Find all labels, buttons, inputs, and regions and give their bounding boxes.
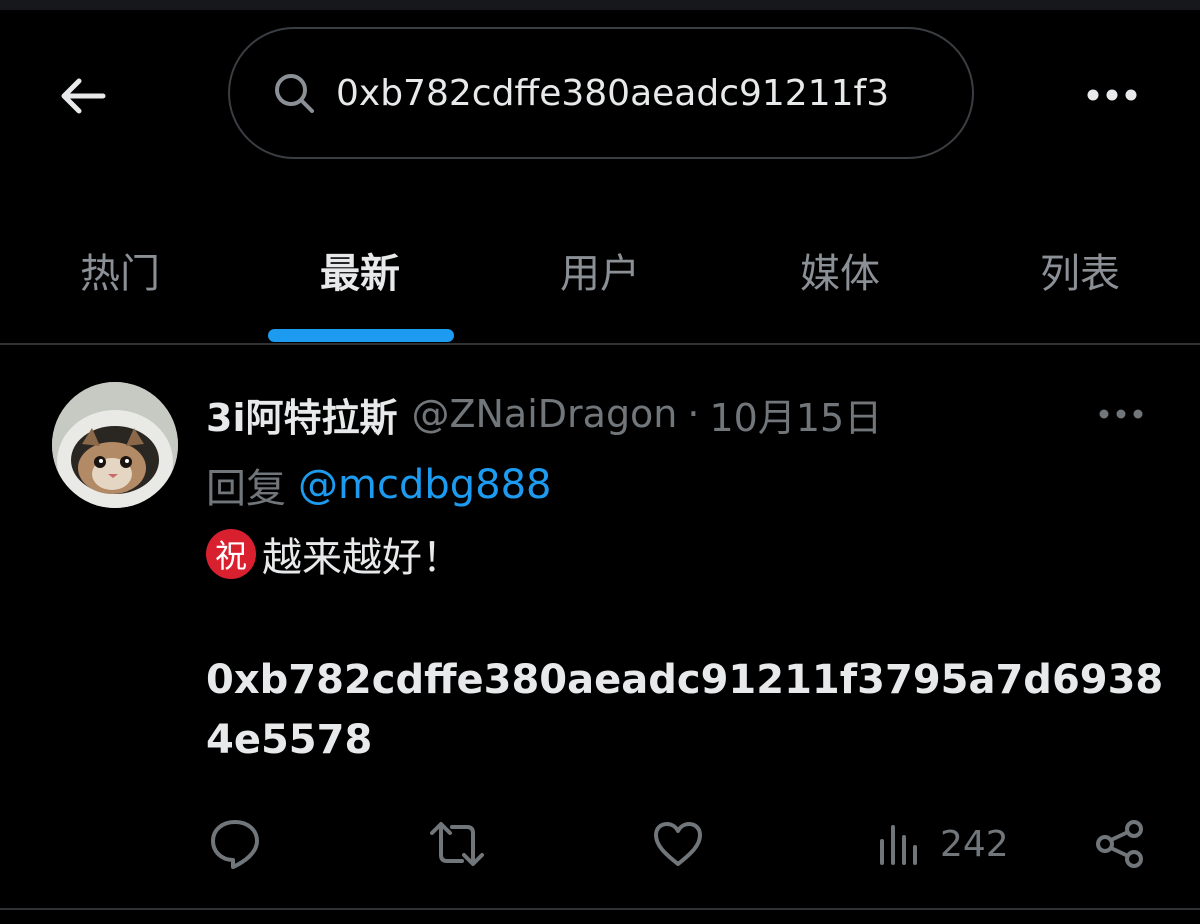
top-status-strip bbox=[0, 0, 1200, 10]
tab-users[interactable]: 用户 bbox=[480, 196, 720, 344]
more-horizontal-icon bbox=[1087, 89, 1137, 101]
post-hash-text: 0xb782cdffe380aeadc91211f3795a7d69384e55… bbox=[206, 657, 1164, 763]
like-button[interactable] bbox=[652, 812, 704, 876]
reply-button[interactable] bbox=[208, 812, 262, 876]
display-name[interactable]: 3i阿特拉斯 bbox=[206, 387, 397, 442]
reply-label: 回复 bbox=[206, 466, 286, 512]
congratulate-emoji-icon: 祝 bbox=[206, 529, 256, 579]
retweet-button[interactable] bbox=[428, 812, 486, 876]
post-date[interactable]: 10月15日 bbox=[710, 387, 883, 442]
tabs-divider bbox=[0, 343, 1200, 345]
search-icon bbox=[270, 69, 318, 117]
share-button[interactable] bbox=[1094, 812, 1146, 876]
comment-icon bbox=[211, 820, 259, 869]
heart-icon bbox=[654, 822, 702, 866]
more-options-button[interactable] bbox=[1080, 70, 1144, 120]
tab-latest[interactable]: 最新 bbox=[240, 196, 480, 344]
user-handle[interactable]: @ZNaiDragon bbox=[411, 392, 677, 436]
views-count: 242 bbox=[940, 823, 1009, 865]
tab-trending[interactable]: 热门 bbox=[0, 196, 240, 344]
tab-media[interactable]: 媒体 bbox=[720, 196, 960, 344]
post-bottom-divider bbox=[0, 908, 1200, 910]
views-button[interactable]: 242 bbox=[876, 812, 1009, 876]
post-text-line: 祝 越来越好！ bbox=[206, 524, 462, 584]
post-text: 越来越好！ bbox=[262, 535, 462, 581]
search-input[interactable] bbox=[334, 71, 928, 115]
reply-context: 回复 @mcdbg888 bbox=[206, 456, 551, 514]
active-tab-indicator bbox=[268, 329, 454, 342]
back-button[interactable] bbox=[52, 66, 112, 126]
search-box[interactable] bbox=[228, 27, 974, 159]
reply-mention-link[interactable]: @mcdbg888 bbox=[298, 462, 551, 508]
analytics-icon bbox=[880, 825, 917, 865]
retweet-icon bbox=[430, 822, 484, 866]
search-tabs: 热门 最新 用户 媒体 列表 bbox=[0, 196, 1200, 344]
tab-lists[interactable]: 列表 bbox=[960, 196, 1200, 344]
post-header: 3i阿特拉斯 @ZNaiDragon · 10月15日 bbox=[206, 384, 882, 444]
share-icon bbox=[1096, 820, 1143, 868]
post-more-button[interactable] bbox=[1092, 396, 1150, 432]
back-arrow-icon bbox=[61, 78, 106, 114]
more-horizontal-icon bbox=[1099, 409, 1143, 419]
separator-dot: · bbox=[687, 392, 700, 436]
avatar[interactable] bbox=[52, 382, 178, 508]
